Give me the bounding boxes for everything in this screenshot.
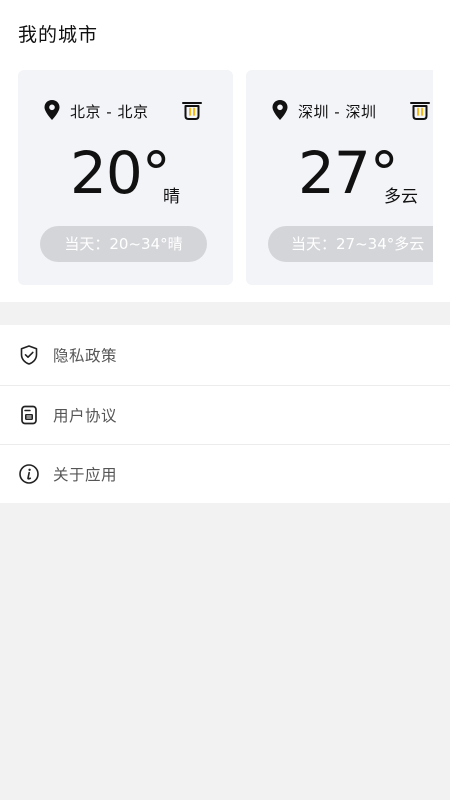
city-cards-carousel[interactable]: 北京 - 北京 20° 晴 当天：20~34°晴 深圳 - 深圳 27° 多云 … xyxy=(18,70,433,285)
city-name: 深圳 - 深圳 xyxy=(298,103,377,121)
my-cities-section: 我的城市 北京 - 北京 20° 晴 当天：20~34°晴 深圳 - 深圳 27… xyxy=(0,0,450,302)
city-name: 北京 - 北京 xyxy=(70,103,149,121)
info-icon xyxy=(19,464,39,485)
temperature: 20° xyxy=(70,139,171,207)
menu-label: 关于应用 xyxy=(53,466,118,485)
city-card-shenzhen[interactable]: 深圳 - 深圳 27° 多云 当天：27~34°多云 xyxy=(246,70,433,285)
weather-condition: 多云 xyxy=(384,187,418,207)
temperature: 27° xyxy=(298,139,399,207)
menu-item-privacy-policy[interactable]: 隐私政策 xyxy=(0,325,450,385)
menu-item-about-app[interactable]: 关于应用 xyxy=(0,444,450,504)
shield-check-icon xyxy=(20,344,38,365)
page-title: 我的城市 xyxy=(18,24,99,46)
settings-menu: 隐私政策 用户协议 关于应用 xyxy=(0,325,450,503)
location-pin-icon xyxy=(44,100,60,120)
location-pin-icon xyxy=(272,100,288,120)
delete-icon[interactable] xyxy=(409,99,431,121)
daily-range-pill: 当天：27~34°多云 xyxy=(268,226,433,262)
menu-label: 用户协议 xyxy=(53,406,118,425)
menu-label: 隐私政策 xyxy=(53,346,118,365)
weather-condition: 晴 xyxy=(163,187,180,207)
menu-item-user-agreement[interactable]: 用户协议 xyxy=(0,384,450,445)
daily-range-pill: 当天：20~34°晴 xyxy=(40,226,207,262)
document-icon xyxy=(21,405,37,425)
delete-icon[interactable] xyxy=(181,99,203,121)
city-card-beijing[interactable]: 北京 - 北京 20° 晴 当天：20~34°晴 xyxy=(18,70,233,285)
